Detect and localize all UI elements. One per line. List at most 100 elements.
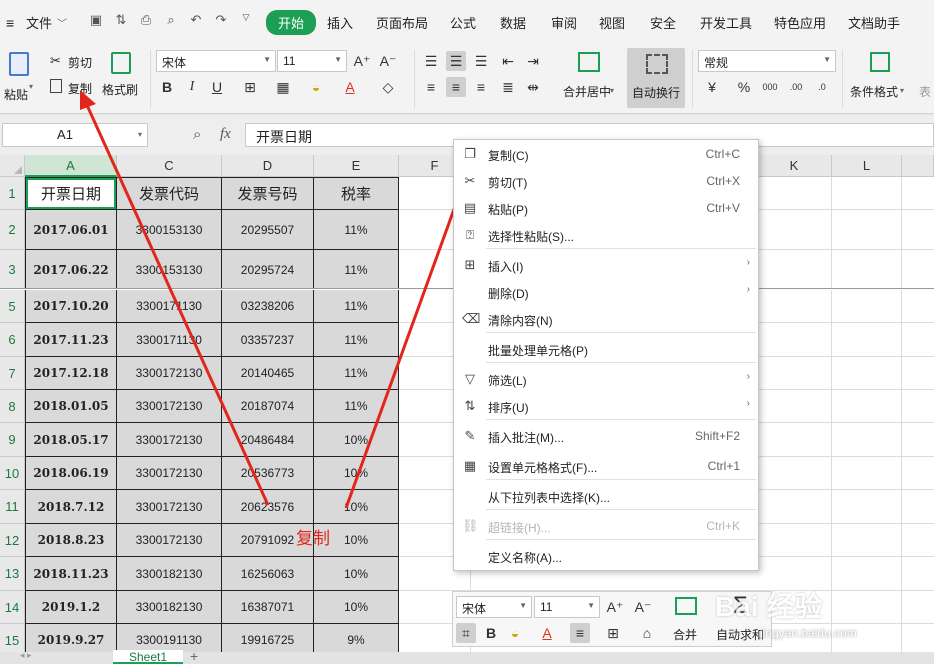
context-menu-item[interactable]: ✂ 剪切(T) Ctrl+X <box>454 168 758 194</box>
tab-special-apps[interactable]: 特色应用 <box>774 13 826 32</box>
align-left-icon[interactable]: ≡ <box>421 77 441 97</box>
cell-e[interactable]: 11% <box>314 290 399 323</box>
cell-e[interactable]: 10% <box>314 423 399 457</box>
clear-format-icon[interactable]: ⌂ <box>637 623 657 643</box>
tab-home[interactable]: 开始 <box>266 10 317 35</box>
cell-e[interactable]: 11% <box>314 250 399 290</box>
mini-font-name-select[interactable]: 宋体 ▼ <box>456 596 532 618</box>
column-header-a[interactable]: A <box>25 155 117 177</box>
bold-icon[interactable]: B <box>157 77 177 97</box>
name-box[interactable]: A1 ▾ <box>2 123 148 147</box>
context-menu-item[interactable]: ⍰ 选择性粘贴(S)... <box>454 222 758 248</box>
decrease-font-icon[interactable]: A⁻ <box>633 597 653 617</box>
mini-font-size-select[interactable]: 11 ▼ <box>534 596 600 618</box>
increase-font-icon[interactable]: A⁺ <box>352 51 372 71</box>
font-name-select[interactable]: 宋体 ▼ <box>156 50 276 72</box>
cut-button[interactable]: ✂ 剪切 <box>50 53 96 71</box>
cell-e[interactable]: 11% <box>314 210 399 250</box>
row-header[interactable]: 5 <box>0 290 25 323</box>
context-menu-item[interactable]: ❐ 复制(C) Ctrl+C <box>454 141 758 167</box>
row-header[interactable]: 13 <box>0 557 25 591</box>
row-header[interactable]: 3 <box>0 250 25 290</box>
merge-center-button[interactable]: 合并居中 ▾ <box>558 50 614 106</box>
cell-a[interactable]: 2018.7.12 <box>25 490 117 524</box>
cell-d[interactable]: 16256063 <box>222 557 314 591</box>
cell-d[interactable]: 20140465 <box>222 357 314 390</box>
cell-d[interactable]: 发票号码 <box>222 177 314 210</box>
cell-a[interactable]: 2018.05.17 <box>25 423 117 457</box>
cell-d[interactable]: 03238206 <box>222 290 314 323</box>
row-header[interactable]: 11 <box>0 490 25 524</box>
column-header-l[interactable]: L <box>832 155 902 177</box>
context-menu-item[interactable]: 定义名称(A)... <box>454 543 758 569</box>
context-menu-item[interactable]: ▦ 设置单元格格式(F)... Ctrl+1 <box>454 453 758 479</box>
cell-a[interactable]: 2018.01.05 <box>25 390 117 423</box>
justify-icon[interactable]: ≣ <box>498 77 518 97</box>
fx-icon[interactable]: fx <box>220 126 231 143</box>
mini-autosum-label[interactable]: 自动求和 <box>716 626 764 643</box>
wrap-text-button[interactable]: 自动换行 <box>627 48 685 108</box>
cell-e[interactable]: 税率 <box>314 177 399 210</box>
column-header-k[interactable]: K <box>757 155 832 177</box>
cell-c[interactable]: 3300182130 <box>117 591 222 624</box>
cell-d[interactable]: 20623576 <box>222 490 314 524</box>
context-menu-item[interactable]: ⌫ 清除内容(N) <box>454 306 758 332</box>
print-preview-icon[interactable]: ⌕ <box>163 12 179 30</box>
context-menu-item[interactable]: ✎ 插入批注(M)... Shift+F2 <box>454 423 758 449</box>
tab-view[interactable]: 视图 <box>599 13 625 32</box>
cell-e[interactable]: 11% <box>314 323 399 357</box>
format-painter-button[interactable]: 格式刷 <box>102 50 142 106</box>
cell-c[interactable]: 3300153130 <box>117 250 222 290</box>
copy-button[interactable]: 复制 <box>50 79 96 97</box>
cell-a[interactable]: 开票日期 <box>25 177 117 210</box>
cell-a[interactable]: 2018.11.23 <box>25 557 117 591</box>
cell-d[interactable]: 20187074 <box>222 390 314 423</box>
cell-c[interactable]: 3300171130 <box>117 323 222 357</box>
distributed-icon[interactable]: ⇹ <box>523 77 543 97</box>
paste-button[interactable]: 粘贴 <box>4 50 34 106</box>
tab-security[interactable]: 安全 <box>650 13 676 32</box>
borders-icon[interactable]: ⊞ <box>240 77 260 97</box>
row-header[interactable]: 8 <box>0 390 25 423</box>
table-style-label[interactable]: 表 <box>919 83 931 100</box>
cell-e[interactable]: 11% <box>314 390 399 423</box>
cell-c[interactable]: 3300172130 <box>117 390 222 423</box>
cell-e[interactable]: 10% <box>314 591 399 624</box>
file-menu[interactable]: ≡ 文件 ﹀ <box>6 13 67 32</box>
cell-d[interactable]: 20295724 <box>222 250 314 290</box>
paste-dropdown-icon[interactable]: ▾ <box>29 82 33 91</box>
cell-d[interactable]: 16387071 <box>222 591 314 624</box>
context-menu-item[interactable]: 从下拉列表中选择(K)... <box>454 483 758 509</box>
cell-c[interactable]: 3300182130 <box>117 557 222 591</box>
currency-icon[interactable]: ¥ <box>702 77 722 97</box>
context-menu-item[interactable]: ⇅ 排序(U) › <box>454 393 758 419</box>
column-header-m[interactable] <box>902 155 934 177</box>
row-header[interactable]: 7 <box>0 357 25 390</box>
tab-page-layout[interactable]: 页面布局 <box>376 13 428 32</box>
cell-d[interactable]: 03357237 <box>222 323 314 357</box>
cell-d[interactable]: 20295507 <box>222 210 314 250</box>
column-header-c[interactable]: C <box>117 155 222 177</box>
row-header[interactable]: 9 <box>0 423 25 457</box>
font-size-select[interactable]: 11 ▼ <box>277 50 347 72</box>
save-icon[interactable]: ▣ <box>88 12 104 30</box>
align-middle-icon[interactable]: ☰ <box>446 51 466 71</box>
redo-icon[interactable]: ↷ <box>213 12 229 30</box>
italic-icon[interactable]: I <box>182 77 202 97</box>
tab-data[interactable]: 数据 <box>500 13 526 32</box>
tab-formulas[interactable]: 公式 <box>450 13 476 32</box>
borders-icon[interactable]: ⊞ <box>603 623 623 643</box>
cell-a[interactable]: 2019.1.2 <box>25 591 117 624</box>
context-menu-item[interactable]: ⊞ 插入(I) › <box>454 252 758 278</box>
cell-a[interactable]: 2017.06.01 <box>25 210 117 250</box>
wrap-text-icon[interactable]: ⌗ <box>456 623 476 643</box>
context-menu-item[interactable]: ▤ 粘贴(P) Ctrl+V <box>454 195 758 221</box>
context-menu-item[interactable]: 删除(D) › <box>454 279 758 305</box>
fill-color-icon[interactable]: ▦ <box>273 77 293 97</box>
zoom-formula-icon[interactable]: ⌕ <box>193 126 201 143</box>
add-sheet-icon[interactable]: + <box>190 648 198 664</box>
cell-c[interactable]: 3300172130 <box>117 457 222 490</box>
align-bottom-icon[interactable]: ☰ <box>471 51 491 71</box>
cell-a[interactable]: 2018.8.23 <box>25 524 117 557</box>
cell-c[interactable]: 3300171130 <box>117 290 222 323</box>
